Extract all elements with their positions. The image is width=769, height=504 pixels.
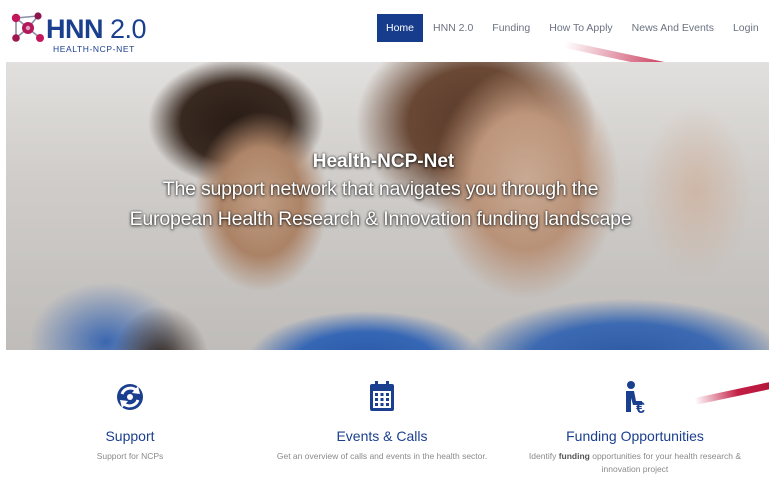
hero-text: Health-NCP-Net The support network that … bbox=[6, 150, 769, 234]
sync-icon bbox=[117, 384, 143, 410]
feature-support-title: Support bbox=[105, 428, 155, 444]
logo-subtitle: HEALTH-NCP-NET bbox=[53, 44, 135, 54]
nav-item-hnn[interactable]: HNN 2.0 bbox=[424, 14, 482, 42]
features-section: Support Support for NCPs Events & Calls … bbox=[0, 380, 769, 504]
feature-events-calls-desc: Get an overview of calls and events in t… bbox=[276, 451, 488, 461]
site-header: HNN 2.0 HEALTH-NCP-NET Home HNN 2.0 Fund… bbox=[0, 0, 769, 62]
site-logo[interactable]: HNN 2.0 HEALTH-NCP-NET bbox=[8, 8, 147, 54]
feature-funding-title: Funding Opportunities bbox=[566, 428, 704, 444]
feature-funding-desc-bold: funding bbox=[558, 451, 590, 461]
nav-item-funding[interactable]: Funding bbox=[483, 14, 539, 42]
svg-text:€: € bbox=[636, 400, 645, 414]
person-euro-icon: € bbox=[626, 381, 645, 414]
feature-funding-desc-pre: Identify bbox=[528, 451, 559, 461]
hero-tagline-line-1: The support network that navigates you t… bbox=[162, 178, 599, 200]
logo-title-version: 2.0 bbox=[110, 14, 147, 44]
molecule-logo-icon bbox=[11, 12, 44, 42]
hero-tagline-line-2: European Health Research & Innovation fu… bbox=[129, 208, 632, 230]
logo-title: HNN 2.0 bbox=[46, 14, 147, 44]
main-nav: Home HNN 2.0 Funding How To Apply News A… bbox=[377, 14, 769, 42]
logo-title-main: HNN bbox=[46, 14, 104, 44]
feature-support-desc: Support for NCPs bbox=[96, 451, 164, 461]
feature-funding-opportunities[interactable]: € Funding Opportunities Identify funding… bbox=[510, 380, 760, 476]
nav-item-login[interactable]: Login bbox=[724, 14, 768, 42]
feature-events-calls-title: Events & Calls bbox=[336, 428, 428, 444]
feature-funding-desc-post: opportunities for your health research &… bbox=[589, 451, 742, 474]
hero-title: Health-NCP-Net bbox=[312, 151, 455, 172]
nav-item-how-to-apply[interactable]: How To Apply bbox=[540, 14, 621, 42]
nav-item-home[interactable]: Home bbox=[377, 14, 424, 42]
hero-banner: Health-NCP-Net The support network that … bbox=[6, 62, 769, 350]
feature-support[interactable]: Support Support for NCPs bbox=[50, 380, 210, 463]
feature-funding-desc: Identify funding opportunities for your … bbox=[510, 450, 760, 476]
nav-item-news-and-events[interactable]: News And Events bbox=[623, 14, 723, 42]
calendar-icon bbox=[370, 381, 394, 411]
feature-events-calls[interactable]: Events & Calls Get an overview of calls … bbox=[262, 380, 502, 463]
